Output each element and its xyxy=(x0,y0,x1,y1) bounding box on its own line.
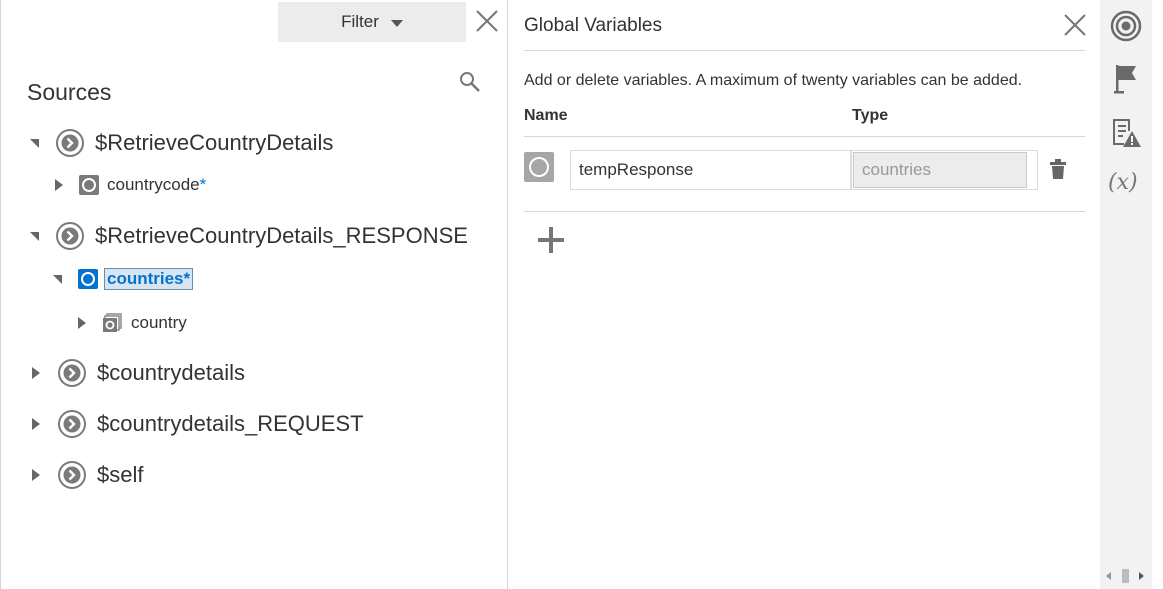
tree-node-country[interactable]: country xyxy=(78,312,187,334)
chevron-down-icon xyxy=(390,20,403,27)
search-icon[interactable] xyxy=(458,70,482,94)
horizontal-scrollbar[interactable] xyxy=(1106,569,1144,583)
selected-tree-node-label: countries* xyxy=(104,268,194,290)
variable-type-value: countries xyxy=(853,152,1027,188)
sources-title: Sources xyxy=(27,79,112,105)
add-icon[interactable] xyxy=(536,225,566,255)
tree-node-self[interactable]: $self xyxy=(32,460,143,490)
tree-node-label: $RetrieveCountryDetails xyxy=(95,130,334,155)
toolbar-edge xyxy=(1152,0,1163,589)
tree-node-label: country xyxy=(131,313,187,332)
source-node-icon xyxy=(56,129,84,157)
source-node-icon xyxy=(58,410,86,438)
divider xyxy=(524,50,1085,51)
tree-node-countries[interactable]: countries* xyxy=(53,268,194,290)
variables-icon[interactable]: (x) xyxy=(1108,170,1138,195)
tree-node-countrycode[interactable]: countrycode * xyxy=(55,175,206,195)
tree-node-retrievecountrydetails-response[interactable]: $RetrieveCountryDetails_RESPONSE xyxy=(30,221,468,251)
required-marker: * xyxy=(183,269,191,288)
column-header-type: Type xyxy=(852,107,889,124)
repeating-element-icon xyxy=(103,313,122,332)
variable-type-field[interactable]: countries xyxy=(851,150,1038,190)
source-node-icon xyxy=(56,222,84,250)
expand-icon[interactable] xyxy=(55,179,63,191)
expand-icon[interactable] xyxy=(78,317,86,329)
source-node-icon xyxy=(58,461,86,489)
global-variables-title: Global Variables xyxy=(524,15,663,36)
tree-node-label: $countrydetails_REQUEST xyxy=(97,411,364,436)
tree-node-label: $RetrieveCountryDetails_RESPONSE xyxy=(95,223,468,248)
scroll-left-icon[interactable] xyxy=(1106,572,1111,580)
tree-node-countrydetails[interactable]: $countrydetails xyxy=(32,358,245,388)
variable-name-input[interactable] xyxy=(570,150,851,190)
tree-node-label: countrycode xyxy=(107,175,200,194)
variable-select-radio[interactable] xyxy=(524,152,554,182)
expand-icon[interactable] xyxy=(32,418,40,430)
collapse-icon[interactable] xyxy=(30,138,39,148)
element-node-icon xyxy=(79,175,99,195)
filter-label: Filter xyxy=(341,12,379,31)
close-icon[interactable] xyxy=(1062,12,1088,38)
description-text: Add or delete variables. A maximum of tw… xyxy=(524,72,1023,89)
scroll-thumb[interactable] xyxy=(1121,569,1129,583)
column-header-name: Name xyxy=(524,107,568,124)
divider xyxy=(524,211,1085,212)
flag-icon[interactable] xyxy=(1110,63,1142,95)
tree-node-label: $self xyxy=(97,462,144,487)
collapse-icon[interactable] xyxy=(30,231,39,241)
trash-icon[interactable] xyxy=(1049,158,1067,180)
required-marker: * xyxy=(199,175,207,194)
scroll-right-icon[interactable] xyxy=(1139,572,1144,580)
close-icon[interactable] xyxy=(474,8,500,34)
expand-icon[interactable] xyxy=(32,367,40,379)
tree-node-label: $countrydetails xyxy=(97,360,245,385)
tree-node-retrievecountrydetails[interactable]: $RetrieveCountryDetails xyxy=(30,128,333,158)
validation-warning-icon[interactable] xyxy=(1110,117,1142,149)
expand-icon[interactable] xyxy=(32,469,40,481)
tree-node-countrydetails-request[interactable]: $countrydetails_REQUEST xyxy=(32,409,364,439)
target-icon[interactable] xyxy=(1110,10,1142,42)
source-node-icon xyxy=(58,359,86,387)
filter-button[interactable]: Filter xyxy=(278,2,466,42)
divider xyxy=(524,136,1085,137)
element-node-icon xyxy=(78,269,98,289)
collapse-icon[interactable] xyxy=(53,274,62,284)
